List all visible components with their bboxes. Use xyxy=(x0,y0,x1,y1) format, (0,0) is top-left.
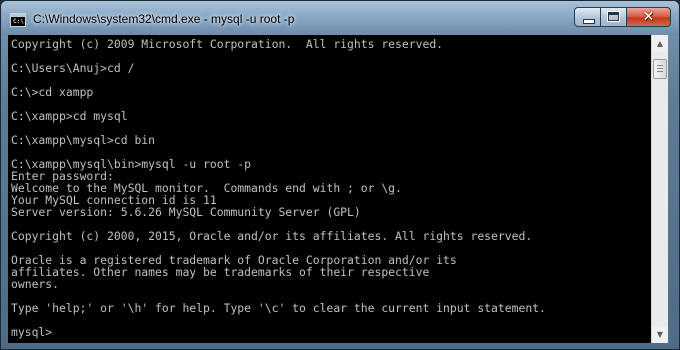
console-line: Copyright (c) 2009 Microsoft Corporation… xyxy=(11,37,444,51)
console-lines: Copyright (c) 2009 Microsoft Corporation… xyxy=(8,35,651,338)
minimize-icon xyxy=(583,19,595,24)
console-line: Server version: 5.6.26 MySQL Community S… xyxy=(11,205,361,219)
console-line: C:\xampp>cd mysql xyxy=(11,109,128,123)
console-line: Copyright (c) 2000, 2015, Oracle and/or … xyxy=(11,229,533,243)
console-line: C:\xampp\mysql>cd bin xyxy=(11,133,156,147)
console-line: affiliates. Other names may be trademark… xyxy=(11,265,430,279)
scroll-down-arrow-icon[interactable]: ▼ xyxy=(652,326,668,343)
scroll-up-arrow-icon[interactable]: ▲ xyxy=(652,35,668,52)
maximize-button[interactable] xyxy=(601,7,627,27)
cmd-window: C:\ C:\Windows\system32\cmd.exe - mysql … xyxy=(0,0,680,350)
console-line xyxy=(8,74,651,86)
console-line: C:\Users\Anuj>cd / xyxy=(11,61,135,75)
window-controls: ✕ xyxy=(574,7,671,27)
minimize-button[interactable] xyxy=(574,7,601,27)
console-line: owners. xyxy=(11,277,60,291)
close-icon: ✕ xyxy=(642,9,655,25)
console-line: mysql> xyxy=(11,325,53,339)
console-line: C:\>cd xampp xyxy=(11,85,94,99)
maximize-icon xyxy=(607,11,620,22)
console-line: Type 'help;' or '\h' for help. Type '\c'… xyxy=(11,301,546,315)
console-output[interactable]: Copyright (c) 2009 Microsoft Corporation… xyxy=(8,35,651,343)
window-title: C:\Windows\system32\cmd.exe - mysql -u r… xyxy=(33,12,295,26)
vertical-scrollbar[interactable]: ▲ ▼ xyxy=(651,35,668,343)
console-line xyxy=(8,314,651,326)
scrollbar-thumb[interactable] xyxy=(653,59,667,79)
close-button[interactable]: ✕ xyxy=(627,7,671,27)
title-bar[interactable]: C:\ C:\Windows\system32\cmd.exe - mysql … xyxy=(1,1,679,35)
cmd-icon[interactable]: C:\ xyxy=(10,13,26,27)
